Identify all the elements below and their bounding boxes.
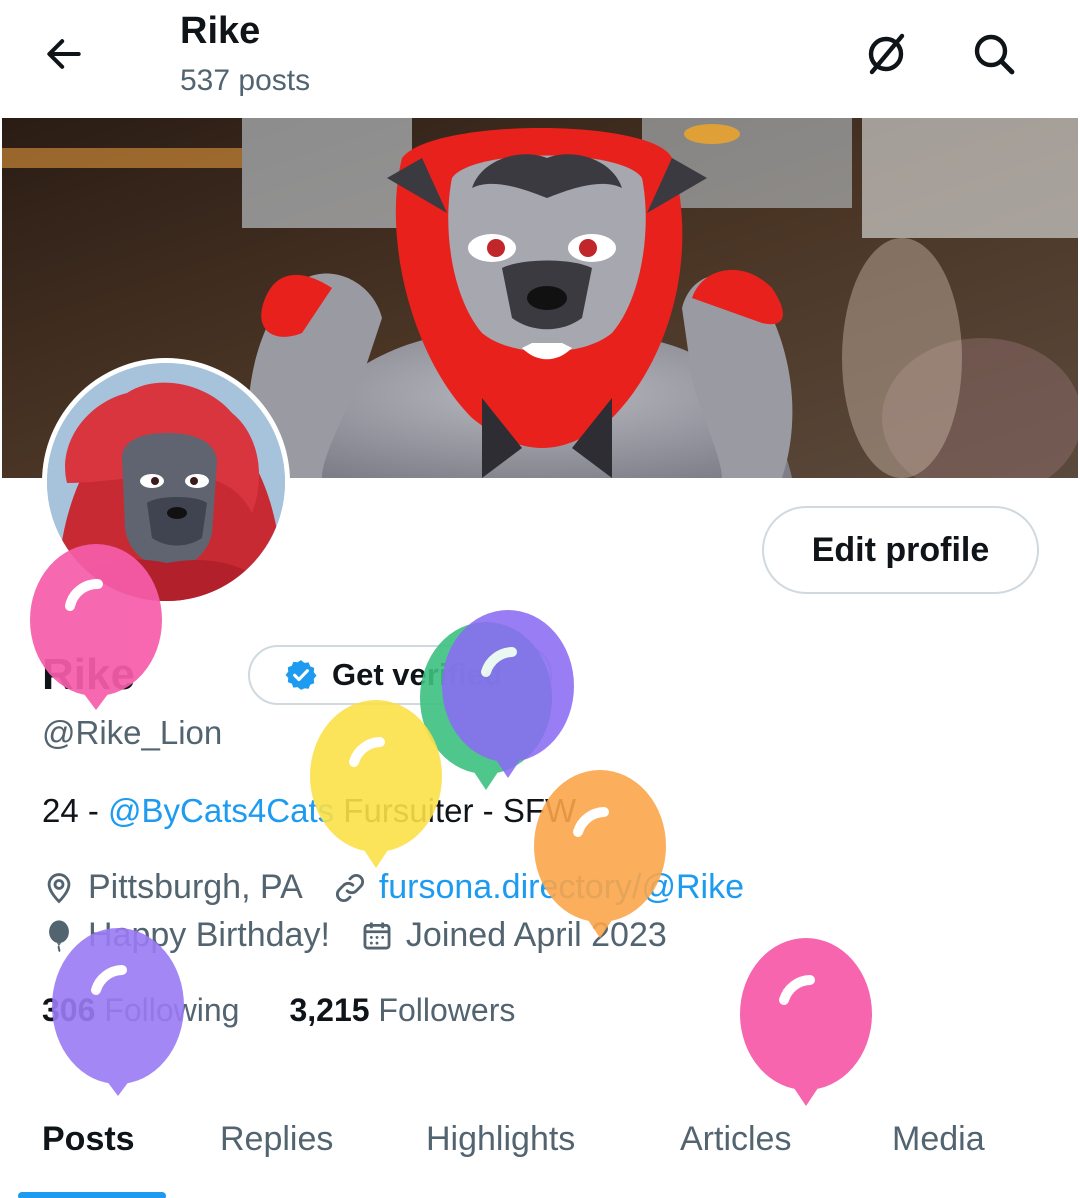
followers-label: Followers [378,992,516,1028]
grok-button[interactable] [856,24,916,84]
search-icon [974,34,1015,75]
follow-stats: 306 Following 3,215 Followers [42,992,565,1029]
followers-link[interactable]: 3,215 Followers [289,992,515,1029]
calendar-icon [363,922,391,949]
location: Pittsburgh, PA [42,868,303,907]
following-link[interactable]: 306 Following [42,992,239,1029]
post-count: 537 posts [180,64,311,97]
joined-date: Joined April 2023 [360,916,667,955]
link-icon [335,873,364,902]
tab-replies[interactable]: Replies [220,1120,333,1159]
balloon-yellow [310,700,442,868]
arrow-left-icon [47,39,81,69]
following-label: Following [104,992,240,1028]
user-handle: @Rike_Lion [42,714,223,751]
balloon-icon [49,919,69,952]
tab-articles[interactable]: Articles [680,1120,791,1159]
tab-posts[interactable]: Posts [42,1120,135,1159]
profile-tabs: Posts Replies Highlights Articles Media [0,1100,1080,1198]
verified-badge-icon [285,660,317,690]
joined-text: Joined April 2023 [405,916,667,954]
active-tab-indicator [18,1192,166,1198]
followers-count: 3,215 [289,992,370,1028]
bio-mention-link[interactable]: @ByCats4Cats [108,792,334,829]
search-button[interactable] [964,24,1024,84]
avatar-image [47,363,285,601]
display-name: Rike [42,650,135,699]
header-title: Rike [180,10,261,52]
tab-highlights[interactable]: Highlights [426,1120,575,1159]
bio: 24 - @ByCats4Cats Fursuiter - SFW [42,792,576,830]
bio-suffix: Fursuiter - SFW [334,792,577,829]
profile-meta-row-1: Pittsburgh, PA fursona.directory/@Rike [42,868,774,907]
bio-prefix: 24 - [42,792,109,829]
grok-icon [868,33,905,75]
get-verified-button[interactable]: Get verified [248,645,552,705]
top-bar: Rike 537 posts [0,0,1080,118]
avatar[interactable] [42,358,290,606]
birthday-text: Happy Birthday! [88,916,330,954]
location-text: Pittsburgh, PA [88,868,303,906]
website-link[interactable]: fursona.directory/@Rike [379,868,744,907]
back-button[interactable] [36,26,92,82]
birthday: Happy Birthday! [42,916,330,955]
edit-profile-button[interactable]: Edit profile [762,506,1039,594]
website[interactable]: fursona.directory/@Rike [333,868,744,907]
balloon-pink-2 [740,938,872,1106]
following-count: 306 [42,992,96,1028]
tab-media[interactable]: Media [892,1120,985,1159]
location-pin-icon [47,872,71,903]
profile-meta-row-2: Happy Birthday! Joined April 2023 [42,916,697,955]
get-verified-label: Get verified [332,657,503,692]
